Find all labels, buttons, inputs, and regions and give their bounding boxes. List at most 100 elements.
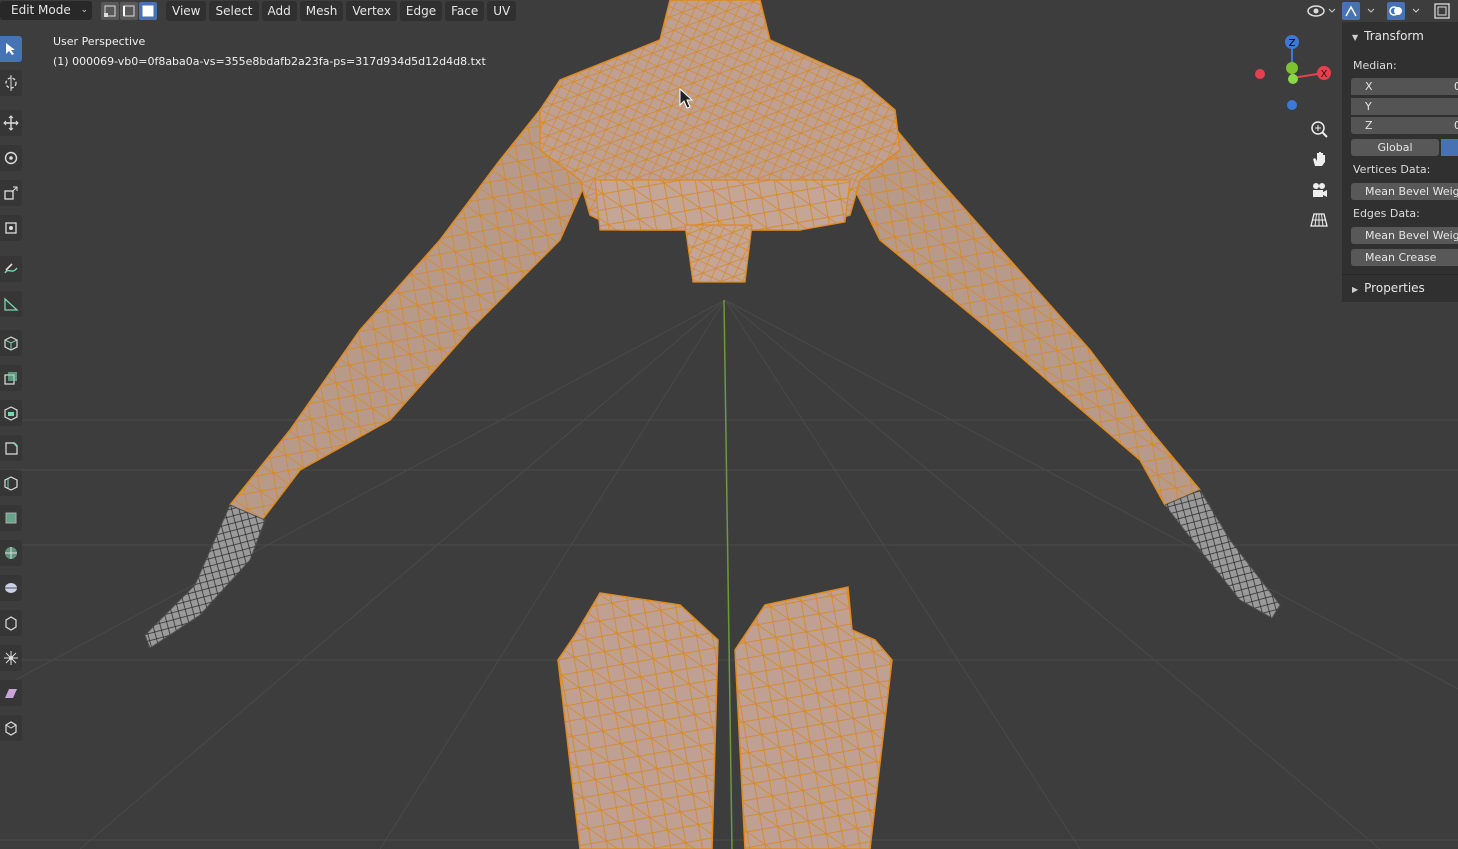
extrude-tool[interactable] (0, 365, 22, 391)
global-label: Global (1377, 141, 1413, 154)
local-toggle[interactable] (1441, 139, 1458, 156)
transform-title: Transform (1364, 29, 1424, 43)
cursor-arrow-icon (6, 43, 15, 55)
gizmo-toggle[interactable] (1342, 2, 1382, 20)
menu-select[interactable]: Select (209, 1, 259, 21)
cursor-tool[interactable] (0, 70, 22, 96)
mode-select[interactable]: Edit Mode ⌄ (0, 1, 92, 20)
shear-tool[interactable] (0, 680, 22, 706)
viewport-info: User Perspective (1) 000069-vb0=0f8aba0a… (53, 32, 486, 72)
overlay-toggle[interactable] (1387, 2, 1427, 20)
y-axis-line (723, 299, 733, 849)
menu-edge[interactable]: Edge (399, 1, 443, 21)
viewport-header: Edit Mode ⌄ View Select Add Mesh Vertex … (0, 0, 1458, 22)
object-info: (1) 000069-vb0=0f8aba0a-vs=355e8bdafb2a2… (53, 55, 486, 68)
transform-icon (5, 222, 17, 234)
menu-uv[interactable]: UV (487, 1, 517, 21)
neg-x-axis-handle (1255, 69, 1265, 79)
vertex-bevel-weight-field[interactable]: Mean Bevel Weigh (1351, 183, 1458, 200)
move-tool[interactable] (0, 110, 22, 136)
xray-icon (1434, 3, 1450, 19)
properties-panel-header[interactable]: ▶ Properties (1352, 281, 1425, 295)
rip-tool[interactable] (0, 715, 22, 741)
grid-perspective-icon (1310, 213, 1328, 227)
shear-icon (5, 689, 17, 698)
expanded-triangle-icon: ▼ (1352, 33, 1359, 42)
spin-tool[interactable] (0, 575, 22, 601)
z-axis-label: Z (1289, 38, 1296, 49)
header-menu: View Select Add Mesh Vertex Edge Face UV (166, 1, 519, 21)
transform-tool[interactable] (0, 215, 22, 241)
neg-y-axis-handle (1288, 74, 1298, 84)
vertices-data-label: Vertices Data: (1353, 163, 1431, 176)
pencil-icon (4, 263, 18, 274)
measure-tool[interactable] (0, 291, 22, 317)
loop-cut-icon (4, 476, 18, 491)
edge-select-icon (123, 5, 135, 17)
shrink-icon (4, 651, 18, 665)
knife-tool[interactable] (0, 505, 22, 531)
edges-data-label: Edges Data: (1353, 207, 1420, 220)
cube-add-icon (4, 336, 18, 351)
median-z-field[interactable]: Z0 (1351, 117, 1458, 134)
chevron-down-icon: ⌄ (80, 5, 88, 15)
knife-icon (5, 512, 17, 524)
spin-icon (5, 583, 17, 593)
overlay-icon (1387, 2, 1420, 20)
scale-icon (4, 186, 18, 200)
transform-panel-header[interactable]: ▼ Transform (1352, 29, 1424, 43)
median-z-value: 0 (1454, 119, 1458, 132)
camera-icon (1313, 183, 1327, 197)
poly-build-icon (5, 547, 17, 559)
panel-divider (1342, 274, 1458, 275)
inset-tool[interactable] (0, 400, 22, 426)
zoom-button[interactable] (1307, 117, 1331, 141)
eye-icon (1307, 5, 1336, 17)
extrude-icon (4, 372, 17, 385)
view-name: User Perspective (53, 35, 146, 48)
edge-select-button[interactable] (120, 2, 138, 20)
vertex-select-button[interactable] (101, 2, 119, 20)
scale-tool[interactable] (0, 180, 22, 206)
add-cube-tool[interactable] (0, 330, 22, 356)
menu-view[interactable]: View (166, 1, 207, 21)
menu-vertex[interactable]: Vertex (346, 1, 397, 21)
crosshair-icon (5, 75, 17, 91)
face-select-button[interactable] (139, 2, 157, 20)
rip-icon (5, 721, 17, 736)
select-mode-group (101, 2, 158, 20)
menu-mesh[interactable]: Mesh (299, 1, 344, 21)
select-box-tool[interactable] (0, 36, 22, 62)
zoom-icon (1311, 121, 1328, 138)
xray-toggle[interactable] (1433, 2, 1451, 20)
loop-cut-tool[interactable] (0, 470, 22, 496)
collapsed-triangle-icon: ▶ (1352, 285, 1359, 294)
scene-render (0, 0, 1458, 849)
edge-bevel-weight-label: Mean Bevel Weigh (1365, 229, 1458, 242)
axis-gizmo[interactable]: Z X (1250, 30, 1340, 120)
camera-view-button[interactable] (1307, 178, 1331, 202)
menu-add[interactable]: Add (261, 1, 297, 21)
poly-build-tool[interactable] (0, 540, 22, 566)
neg-z-axis-handle (1287, 100, 1297, 110)
median-x-field[interactable]: X0 (1351, 78, 1458, 95)
rotate-tool[interactable] (0, 145, 22, 171)
mean-crease-field[interactable]: Mean Crease (1351, 249, 1458, 266)
hand-icon (1313, 152, 1325, 166)
bevel-tool[interactable] (0, 435, 22, 461)
3d-viewport[interactable]: Edit Mode ⌄ View Select Add Mesh Vertex … (0, 0, 1458, 849)
smooth-icon (5, 616, 17, 631)
smooth-tool[interactable] (0, 610, 22, 636)
median-y-field[interactable]: Y (1351, 98, 1458, 115)
perspective-toggle-button[interactable] (1307, 208, 1331, 232)
gizmo-icon (1342, 2, 1375, 20)
menu-face[interactable]: Face (445, 1, 485, 21)
x-axis-label: X (1321, 69, 1328, 80)
global-toggle[interactable]: Global (1351, 139, 1439, 156)
shrink-fatten-tool[interactable] (0, 645, 22, 671)
visibility-dropdown[interactable] (1306, 2, 1340, 20)
annotate-tool[interactable] (0, 256, 22, 282)
bevel-icon (5, 442, 18, 455)
edge-bevel-weight-field[interactable]: Mean Bevel Weigh (1351, 227, 1458, 244)
pan-button[interactable] (1307, 147, 1331, 171)
